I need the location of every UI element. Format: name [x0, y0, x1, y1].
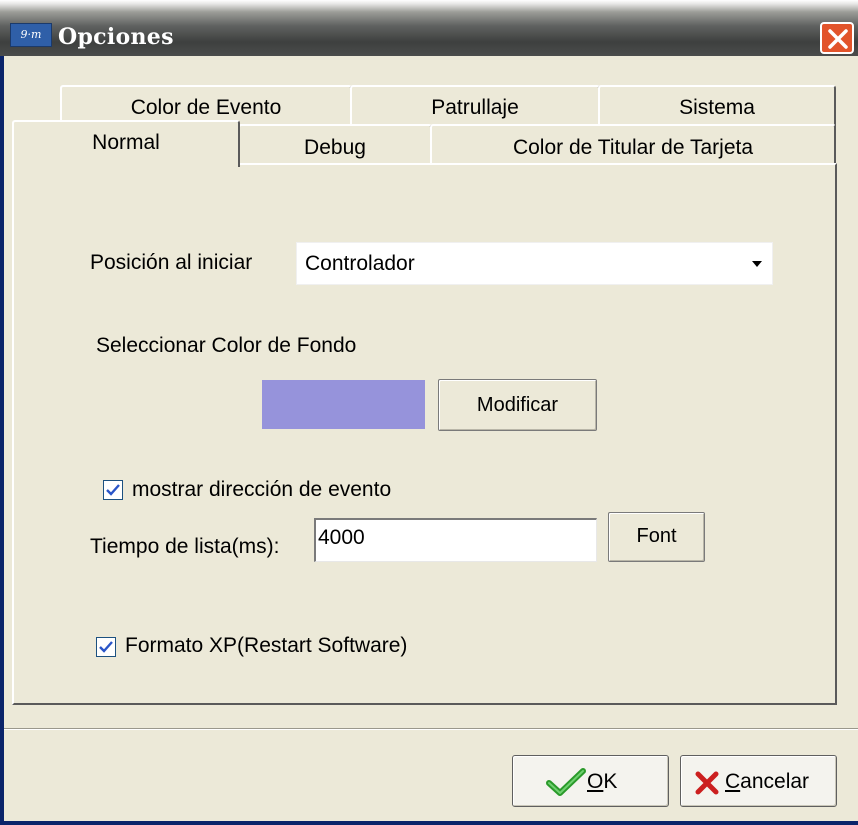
- tab-label: Patrullaje: [431, 96, 519, 119]
- font-button-label: Font: [636, 525, 677, 547]
- start-position-label: Posición al iniciar: [90, 251, 253, 274]
- tab-sistema[interactable]: Sistema: [598, 85, 836, 127]
- bg-color-swatch: [262, 380, 425, 429]
- cancel-button[interactable]: Cancelar: [680, 755, 837, 807]
- tab-patrullaje[interactable]: Patrullaje: [350, 85, 600, 127]
- ok-label: OK: [587, 770, 618, 793]
- bg-color-label: Seleccionar Color de Fondo: [96, 334, 357, 357]
- close-button[interactable]: [820, 22, 854, 54]
- start-position-value: Controlador: [305, 252, 415, 275]
- list-time-input[interactable]: 4000: [314, 518, 597, 562]
- tab-label: Normal: [92, 131, 160, 154]
- font-button[interactable]: Font: [608, 512, 705, 562]
- title-bar[interactable]: 9·m Opciones: [0, 0, 858, 56]
- modify-button-label: Modificar: [476, 394, 559, 416]
- start-position-dropdown[interactable]: Controlador: [296, 242, 773, 285]
- checkmark-icon: [546, 768, 586, 796]
- tab-label: Debug: [304, 136, 366, 159]
- tab-debug[interactable]: Debug: [238, 124, 432, 165]
- chevron-down-icon[interactable]: [752, 261, 762, 267]
- window-border-left: [0, 56, 4, 825]
- tab-color-de-titular-de-tarjeta[interactable]: Color de Titular de Tarjeta: [430, 124, 836, 165]
- ok-button[interactable]: OK: [512, 755, 669, 807]
- active-tab-join: [14, 163, 238, 167]
- list-time-label: Tiempo de lista(ms):: [90, 535, 280, 558]
- checkmark-icon: [106, 484, 120, 496]
- xp-format-label: Formato XP(Restart Software): [125, 634, 408, 657]
- footer-separator: [0, 728, 858, 730]
- tab-normal[interactable]: Normal: [12, 120, 240, 167]
- xp-format-checkbox[interactable]: [96, 637, 116, 657]
- app-icon: 9·m: [10, 23, 52, 47]
- red-x-icon: [695, 771, 719, 795]
- show-direction-checkbox[interactable]: [103, 480, 123, 500]
- close-icon: [828, 29, 848, 49]
- tab-label: Color de Titular de Tarjeta: [512, 136, 754, 159]
- options-dialog: 9·m Opciones Color de Evento Patrullaje …: [0, 0, 858, 825]
- modify-button[interactable]: Modificar: [438, 379, 597, 431]
- window-border-bottom: [0, 821, 858, 825]
- tab-label: Sistema: [679, 96, 755, 119]
- list-time-value: 4000: [318, 526, 365, 549]
- window-title: Opciones: [58, 24, 174, 50]
- tab-label: Color de Evento: [130, 96, 282, 119]
- show-direction-label: mostrar dirección de evento: [132, 478, 392, 501]
- checkmark-icon: [99, 641, 113, 653]
- cancel-label: Cancelar: [725, 770, 810, 793]
